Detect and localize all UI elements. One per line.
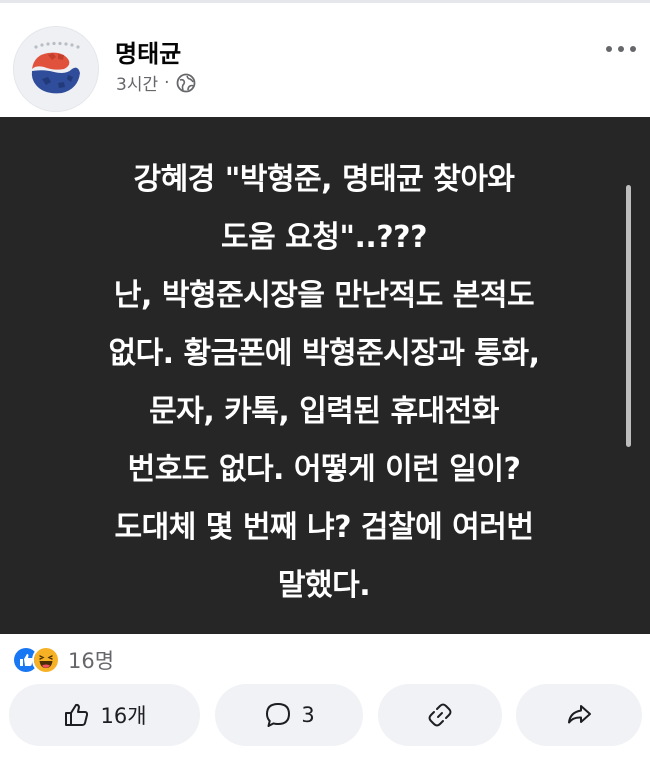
thumbs-up-icon — [65, 703, 89, 726]
share-icon — [568, 705, 591, 724]
post-text-line: 강혜경 "박형준, 명태균 찾아와 — [133, 162, 515, 197]
comment-icon — [266, 703, 291, 727]
reaction-count: 16명 — [68, 649, 115, 673]
copy-link-button[interactable] — [378, 684, 502, 746]
meta-separator: · — [164, 72, 170, 93]
action-bar: 16개 3 — [0, 684, 650, 746]
author-avatar[interactable] — [13, 26, 99, 112]
post-text-line: 도대체 몇 번째 냐? 검찰에 여러번 — [114, 510, 534, 545]
post-text-line: 난, 박형준시장을 만난적도 본적도 — [113, 278, 535, 313]
post-text-line: 문자, 카톡, 입력된 휴대전화 — [149, 394, 499, 429]
post-text-line: 번호도 없다. 어떻게 이런 일이? — [127, 452, 521, 487]
like-button[interactable]: 16개 — [9, 684, 200, 746]
post-text: 강혜경 "박형준, 명태균 찾아와 도움 요청"..??? 난, 박형준시장을 … — [18, 151, 630, 615]
haha-icon — [32, 646, 60, 674]
post-text-line: 말했다. — [277, 568, 371, 603]
author-name[interactable]: 명태균 — [115, 34, 181, 69]
share-button[interactable] — [516, 684, 642, 746]
more-options-icon[interactable] — [603, 40, 639, 52]
globe-icon — [176, 73, 196, 93]
link-icon — [428, 703, 452, 727]
text-scrollbar[interactable] — [626, 185, 631, 447]
post-meta: 3시간 · — [116, 70, 196, 95]
top-divider — [0, 0, 650, 3]
post-text-line: 도움 요청"..??? — [221, 220, 427, 255]
avatar-emblem — [14, 27, 98, 111]
comment-button[interactable]: 3 — [215, 684, 363, 746]
post-time[interactable]: 3시간 — [116, 70, 158, 95]
post-content-card: 강혜경 "박형준, 명태균 찾아와 도움 요청"..??? 난, 박형준시장을 … — [0, 117, 650, 634]
like-count-label: 16개 — [100, 704, 147, 728]
reaction-summary[interactable]: 16명 — [12, 644, 114, 676]
comment-count-label: 3 — [301, 703, 315, 727]
post-header: 명태균 3시간 · — [0, 10, 650, 112]
post-text-line: 없다. 황금폰에 박형준시장과 통화, — [108, 336, 540, 371]
